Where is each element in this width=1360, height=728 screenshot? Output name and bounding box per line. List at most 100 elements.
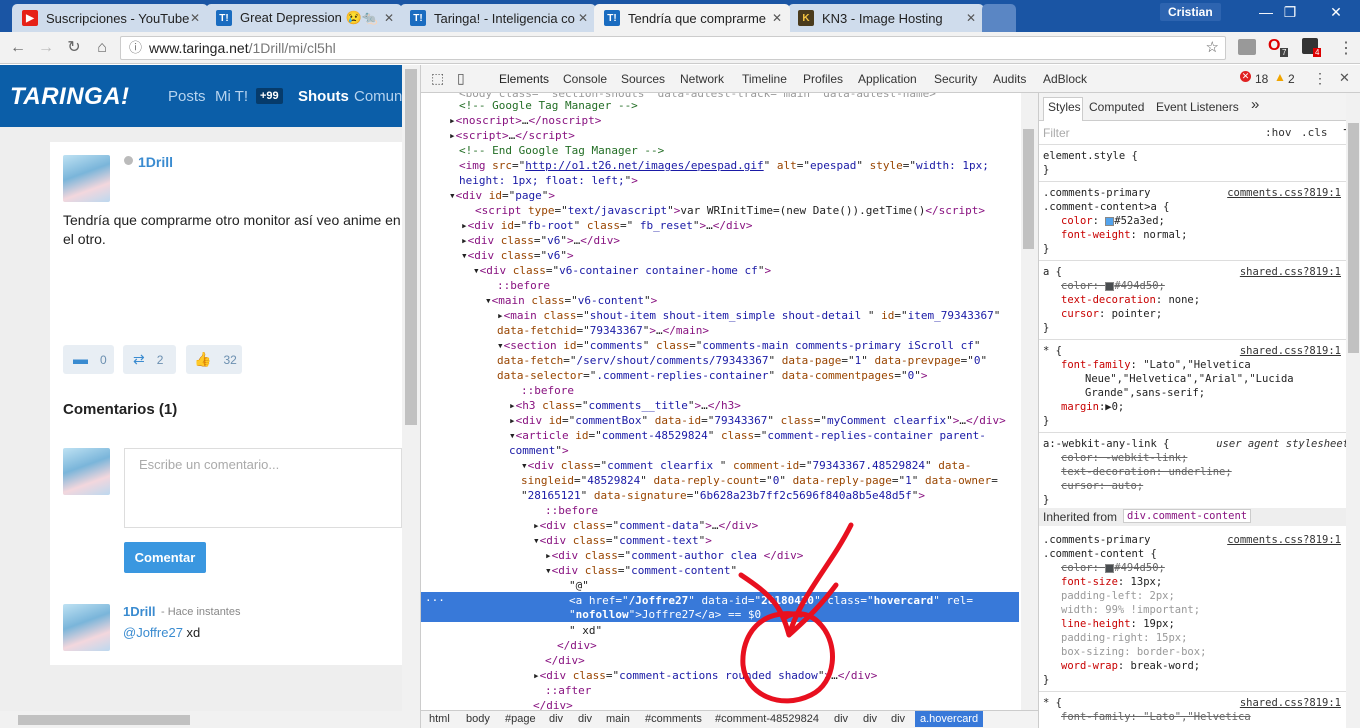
dom-line[interactable]: " xd"	[569, 624, 602, 639]
page-horizontal-scrollbar[interactable]	[0, 711, 402, 728]
error-count[interactable]: 18	[1255, 72, 1268, 86]
dom-line[interactable]: <img src="http://o1.t26.net/images/epesp…	[459, 159, 989, 174]
css-declaration[interactable]: line-height: 19px;	[1061, 618, 1175, 630]
browser-tab-taringa-inteligencia[interactable]: T! Taringa! - Inteligencia co ✕	[400, 4, 596, 32]
scrollbar-thumb[interactable]	[1023, 129, 1034, 249]
breadcrumb-item[interactable]: html	[429, 713, 450, 725]
comment-submit-button[interactable]: Comentar	[124, 542, 206, 573]
dom-line[interactable]: height: 1px; float: left;">	[459, 174, 638, 189]
ellipsis-icon[interactable]: ···	[425, 594, 445, 609]
bookmark-star-icon[interactable]: ☆	[1206, 37, 1219, 59]
tab-timeline[interactable]: Timeline	[742, 72, 787, 86]
dom-line[interactable]: ▸<script>…</script>	[449, 129, 575, 144]
browser-tab-tendria[interactable]: T! Tendría que comprarme ✕	[594, 4, 790, 32]
tab-event-listeners[interactable]: Event Listeners	[1156, 100, 1239, 114]
breadcrumb-item[interactable]: div	[549, 713, 563, 725]
dom-line[interactable]: ::before	[497, 279, 550, 294]
nav-posts[interactable]: Posts	[168, 88, 206, 105]
dom-line[interactable]: ::before	[521, 384, 574, 399]
color-swatch-icon[interactable]	[1105, 281, 1115, 291]
css-source-link[interactable]: comments.css?819:1	[1227, 534, 1341, 546]
back-icon[interactable]: ←	[8, 38, 28, 58]
css-rule-line[interactable]: }	[1043, 415, 1049, 427]
forward-icon[interactable]: →	[36, 38, 56, 58]
css-rule-line[interactable]: }	[1043, 674, 1049, 686]
device-toolbar-icon[interactable]: ▯	[457, 70, 465, 87]
dom-line[interactable]: </div>	[545, 654, 585, 669]
css-source-link[interactable]: shared.css?819:1	[1240, 345, 1341, 357]
dom-line[interactable]: singleid="48529824" data-reply-count="0"…	[521, 474, 998, 489]
warning-icon[interactable]: ▲	[1274, 70, 1286, 84]
dom-line[interactable]: </div>	[533, 699, 573, 710]
breadcrumb-item[interactable]: #comment-48529824	[715, 713, 819, 725]
dom-line[interactable]: ▸<noscript>…</noscript>	[449, 114, 601, 129]
tab-audits[interactable]: Audits	[993, 72, 1026, 86]
css-declaration-overridden[interactable]: color: -webkit-link;	[1061, 452, 1187, 464]
tab-profiles[interactable]: Profiles	[803, 72, 843, 86]
tab-application[interactable]: Application	[858, 72, 917, 86]
info-icon[interactable]: ⓘ	[129, 37, 142, 59]
comment-author[interactable]: 1Drill	[123, 604, 156, 619]
css-declaration[interactable]: margin:▶0;	[1061, 401, 1124, 413]
css-rule-line[interactable]: * {	[1043, 345, 1062, 357]
css-declaration[interactable]: font-size: 13px;	[1061, 576, 1162, 588]
scrollbar-thumb[interactable]	[1348, 123, 1359, 353]
hov-toggle[interactable]: :hov	[1265, 126, 1292, 139]
dom-line[interactable]: <script type="text/javascript">var WRIni…	[475, 204, 985, 219]
close-tab-icon[interactable]: ✕	[772, 11, 782, 25]
notification-badge[interactable]: +99	[256, 88, 283, 104]
css-declaration-overridden[interactable]: text-decoration: underline;	[1061, 466, 1232, 478]
dom-line[interactable]: ▸<h3 class="comments__title">…</h3>	[509, 399, 741, 414]
tab-adblock[interactable]: AdBlock	[1043, 72, 1087, 86]
css-declaration-inactive[interactable]: box-sizing: border-box;	[1061, 646, 1206, 658]
dom-line[interactable]: ▾<div class="v6-container container-home…	[473, 264, 771, 279]
css-declaration-overridden[interactable]: color: #494d50;	[1061, 280, 1165, 292]
tab-console[interactable]: Console	[563, 72, 607, 86]
dom-line[interactable]: data-fetch="/serv/shout/comments/7934336…	[497, 354, 987, 369]
comment-input[interactable]: Escribe un comentario...	[124, 448, 402, 528]
like-count-button[interactable]: 👍 32	[186, 345, 242, 374]
css-rule-line[interactable]: }	[1043, 322, 1049, 334]
close-tab-icon[interactable]: ✕	[384, 11, 394, 25]
breadcrumb-item[interactable]: main	[606, 713, 630, 725]
color-swatch-icon[interactable]	[1105, 563, 1115, 573]
shout-author[interactable]: 1Drill	[138, 154, 173, 170]
dom-line[interactable]: ▾<main class="v6-content">	[485, 294, 657, 309]
tab-sources[interactable]: Sources	[621, 72, 665, 86]
css-declaration[interactable]: text-decoration: none;	[1061, 294, 1200, 306]
dom-line[interactable]: ▾<div class="comment clearfix " comment-…	[521, 459, 971, 474]
styles-scrollbar[interactable]	[1346, 93, 1360, 728]
filter-input[interactable]: Filter	[1043, 126, 1070, 140]
dom-line[interactable]: ▾<section id="comments" class="comments-…	[497, 339, 981, 354]
css-declaration[interactable]: color: #52a3ed;	[1061, 215, 1165, 227]
reshare-count-button[interactable]: ⇄ 2	[123, 345, 176, 374]
more-tabs-icon[interactable]: »	[1251, 96, 1259, 113]
close-window-icon[interactable]: ✕	[1316, 4, 1356, 24]
dom-line[interactable]: ▸<div id="fb-root" class=" fb_reset">…</…	[461, 219, 752, 234]
breadcrumb-item[interactable]: body	[466, 713, 490, 725]
css-declaration-overridden[interactable]: cursor: auto;	[1061, 480, 1143, 492]
scrollbar-thumb[interactable]	[405, 69, 417, 425]
color-swatch-icon[interactable]	[1105, 216, 1115, 226]
breadcrumb-item[interactable]: div	[891, 713, 905, 725]
css-declaration[interactable]: cursor: pointer;	[1061, 308, 1162, 320]
dom-line[interactable]: </div>	[557, 639, 597, 654]
home-icon[interactable]: ⌂	[92, 38, 112, 58]
breadcrumb-item[interactable]: div	[578, 713, 592, 725]
mention-link[interactable]: @Joffre27	[123, 625, 183, 640]
tab-styles[interactable]: Styles	[1048, 100, 1081, 114]
css-source-link[interactable]: comments.css?819:1	[1227, 187, 1341, 199]
taringa-logo[interactable]: TARINGA!	[10, 83, 130, 111]
dom-line[interactable]: ▾<div class="comment-content"	[545, 564, 737, 579]
css-rule-line[interactable]: }	[1043, 243, 1049, 255]
browser-tab-kn3[interactable]: K KN3 - Image Hosting ✕	[788, 4, 984, 32]
warning-count[interactable]: 2	[1288, 72, 1295, 86]
css-declaration[interactable]: Grande",sans-serif;	[1085, 387, 1205, 399]
css-rule-line[interactable]: }	[1043, 494, 1049, 506]
scrollbar-thumb[interactable]	[18, 715, 190, 725]
dom-line[interactable]: ::before	[545, 504, 598, 519]
css-declaration-overridden[interactable]: color: #494d50;	[1061, 562, 1165, 574]
dom-line[interactable]: <!-- Google Tag Manager -->	[459, 99, 638, 114]
dom-line[interactable]: <!-- End Google Tag Manager -->	[459, 144, 664, 159]
css-rule-line[interactable]: .comment-content>a {	[1043, 201, 1169, 213]
